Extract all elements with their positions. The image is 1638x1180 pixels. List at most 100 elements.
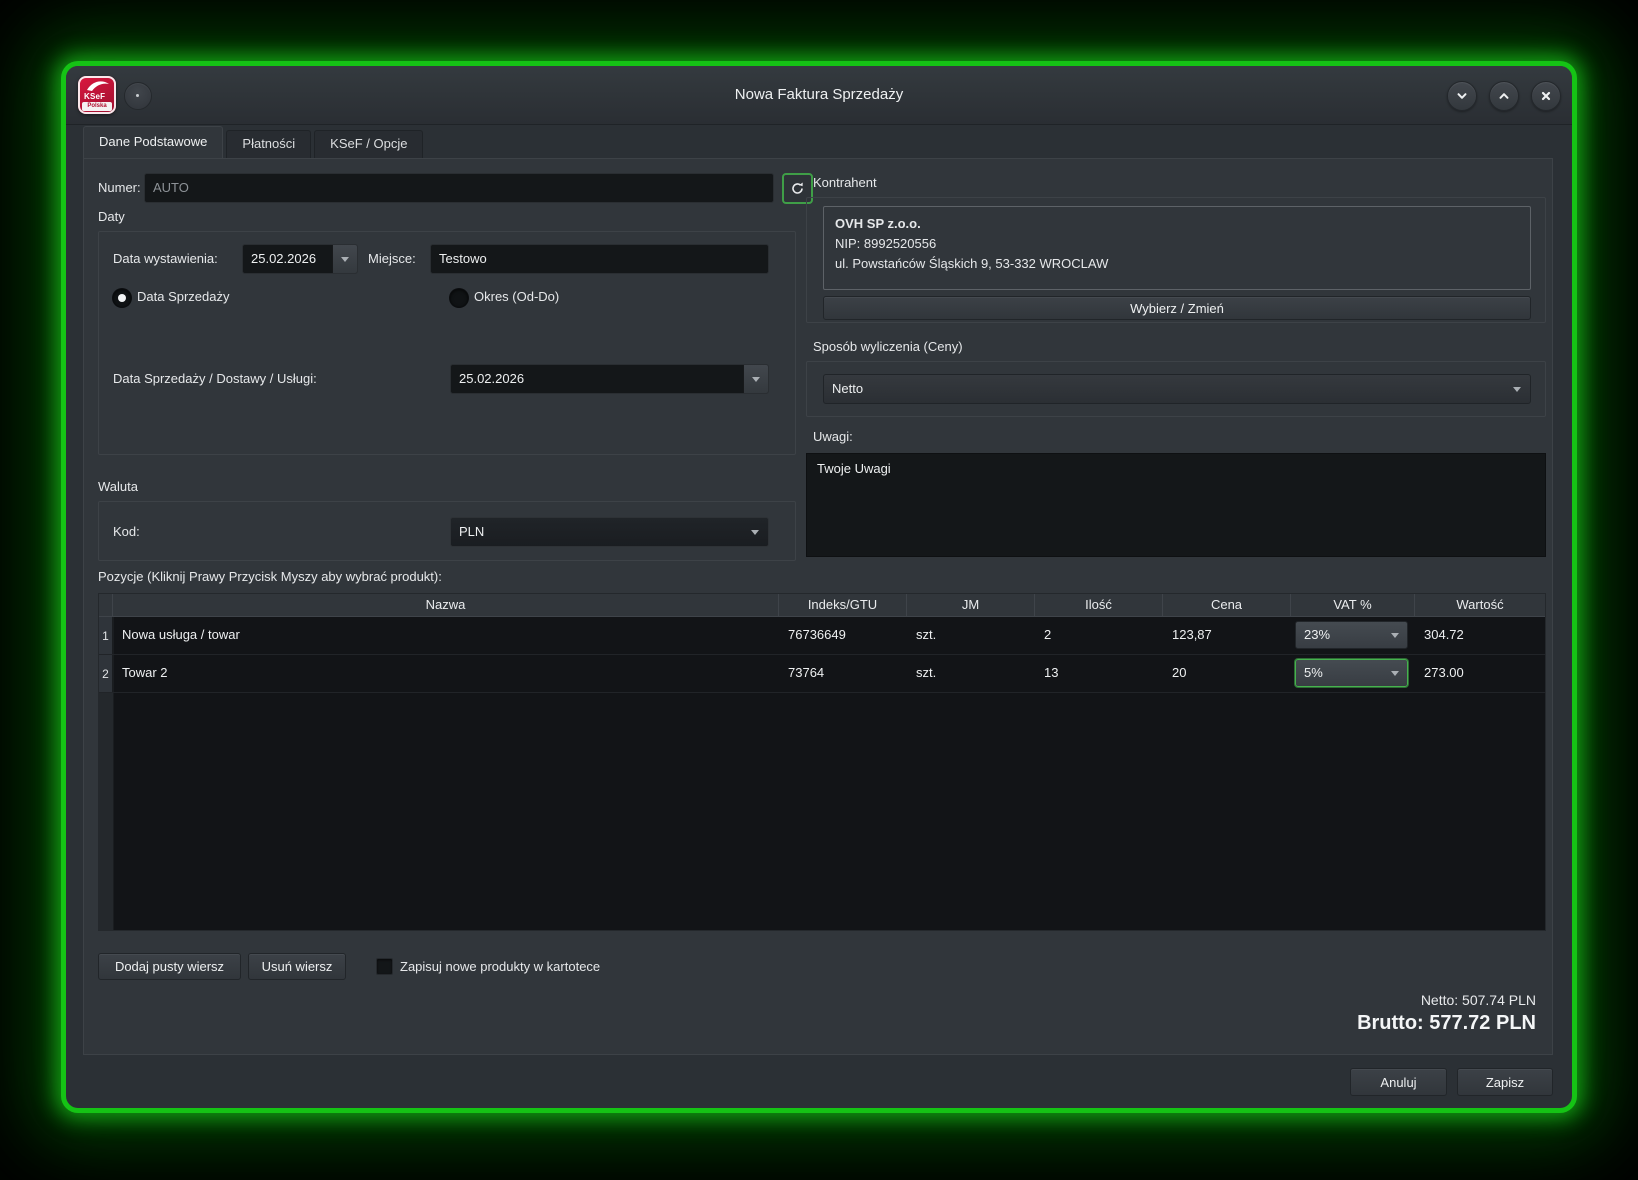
tab-content-panel: Numer: AUTO Daty Data wystawienia: 25.02… (83, 158, 1553, 1055)
miejsce-input[interactable]: Testowo (430, 244, 769, 274)
kontrahent-nip: NIP: 8992520556 (835, 234, 1519, 254)
sposob-wyliczenia-frame: Netto (806, 361, 1546, 417)
titlebar[interactable]: KSeF Polska Nowa Faktura Sprzedaży (66, 66, 1572, 125)
data-sprzedazy-arrow-button[interactable] (743, 365, 768, 393)
maximize-button[interactable] (1489, 81, 1519, 111)
cell-wartosc[interactable]: 273.00 (1415, 655, 1545, 692)
cell-wartosc[interactable]: 304.72 (1415, 617, 1545, 654)
data-sprzedazy-value: 25.02.2026 (451, 365, 743, 393)
save-products-checkbox-label: Zapisuj nowe produkty w kartotece (400, 953, 600, 980)
vat-value: 5% (1304, 665, 1323, 680)
logo-subtext: Polska (82, 102, 112, 111)
minimize-button[interactable] (1447, 81, 1477, 111)
row-number[interactable]: 1 (99, 617, 113, 654)
column-header-nazwa[interactable]: Nazwa (113, 594, 779, 616)
data-wystawienia-dropdown[interactable]: 25.02.2026 (242, 244, 358, 274)
remove-row-button[interactable]: Usuń wiersz (248, 953, 346, 980)
cell-nazwa[interactable]: Nowa usługa / towar (113, 617, 779, 654)
numer-label: Numer: (98, 173, 141, 203)
pozycje-table-header: Nazwa Indeks/GTU JM Ilość Cena VAT % War… (99, 594, 1545, 617)
waluta-dropdown[interactable]: PLN (450, 517, 769, 547)
data-wystawienia-label: Data wystawienia: (113, 244, 218, 274)
tab-dane-podstawowe[interactable]: Dane Podstawowe (83, 126, 223, 158)
radio-data-sprzedazy[interactable] (113, 289, 131, 307)
tab-bar: Dane Podstawowe Płatności KSeF / Opcje (83, 127, 426, 158)
chevron-down-icon (1513, 387, 1521, 392)
data-wystawienia-arrow-button[interactable] (332, 245, 357, 273)
cell-indeks[interactable]: 73764 (779, 655, 907, 692)
cell-ilosc[interactable]: 2 (1035, 617, 1163, 654)
data-wystawienia-value: 25.02.2026 (243, 245, 332, 273)
row-number[interactable]: 2 (99, 655, 113, 692)
column-header-cena[interactable]: Cena (1163, 594, 1291, 616)
numer-input[interactable]: AUTO (144, 173, 774, 203)
cell-cena[interactable]: 20 (1163, 655, 1291, 692)
column-header-wartosc[interactable]: Wartość (1415, 594, 1545, 616)
cell-indeks[interactable]: 76736649 (779, 617, 907, 654)
cell-jm[interactable]: szt. (907, 655, 1035, 692)
kontrahent-group-frame: OVH SP z.o.o. NIP: 8992520556 ul. Powsta… (806, 197, 1546, 323)
pozycje-table: Nazwa Indeks/GTU JM Ilość Cena VAT % War… (98, 593, 1546, 931)
kontrahent-info-box: OVH SP z.o.o. NIP: 8992520556 ul. Powsta… (823, 206, 1531, 290)
chevron-up-icon (1497, 89, 1511, 103)
uwagi-label: Uwagi: (813, 429, 853, 444)
vat-dropdown[interactable]: 5% (1295, 659, 1408, 687)
save-products-checkbox[interactable] (376, 958, 393, 975)
kontrahent-address: ul. Powstańców Śląskich 9, 53-332 WROCLA… (835, 254, 1519, 274)
table-row[interactable]: 2 Towar 2 73764 szt. 13 20 5% 273.00 (99, 655, 1545, 693)
cell-nazwa[interactable]: Towar 2 (113, 655, 779, 692)
refresh-icon (790, 181, 805, 196)
chevron-down-icon (1391, 633, 1399, 638)
app-window: KSeF Polska Nowa Faktura Sprzedaży Dane … (66, 66, 1572, 1108)
radio-okres-od-do[interactable] (450, 289, 468, 307)
window-title: Nowa Faktura Sprzedaży (66, 86, 1572, 103)
cell-ilosc[interactable]: 13 (1035, 655, 1163, 692)
cell-jm[interactable]: szt. (907, 617, 1035, 654)
vat-dropdown[interactable]: 23% (1295, 621, 1408, 649)
chevron-down-icon (1455, 89, 1469, 103)
save-button[interactable]: Zapisz (1457, 1068, 1553, 1096)
table-row[interactable]: 1 Nowa usługa / towar 76736649 szt. 2 12… (99, 617, 1545, 655)
vat-value: 23% (1304, 627, 1330, 642)
cell-vat: 5% (1291, 655, 1415, 692)
chevron-down-icon (1391, 671, 1399, 676)
close-icon (1539, 89, 1553, 103)
chevron-down-icon (341, 257, 349, 262)
kontrahent-name: OVH SP z.o.o. (835, 214, 1519, 234)
pozycje-table-body[interactable]: 1 Nowa usługa / towar 76736649 szt. 2 12… (99, 617, 1545, 930)
data-sprzedazy-dropdown[interactable]: 25.02.2026 (450, 364, 769, 394)
add-empty-row-button[interactable]: Dodaj pusty wiersz (98, 953, 241, 980)
cancel-button[interactable]: Anuluj (1350, 1068, 1447, 1096)
sposob-wyliczenia-dropdown[interactable]: Netto (823, 374, 1531, 404)
daty-group-label: Daty (98, 209, 125, 224)
kod-label: Kod: (113, 517, 140, 547)
netto-total: Netto: 507.74 PLN (1421, 992, 1536, 1008)
column-header-vat[interactable]: VAT % (1291, 594, 1415, 616)
brutto-total: Brutto: 577.72 PLN (1357, 1012, 1536, 1035)
daty-group-frame: Data wystawienia: 25.02.2026 Miejsce: Te… (98, 231, 796, 455)
close-button[interactable] (1531, 81, 1561, 111)
waluta-group-label: Waluta (98, 479, 138, 494)
chevron-down-icon (752, 377, 760, 382)
uwagi-textarea[interactable]: Twoje Uwagi (806, 453, 1546, 557)
waluta-group-frame: Kod: PLN (98, 501, 796, 561)
sposob-wyliczenia-value: Netto (832, 381, 863, 396)
column-header-ilosc[interactable]: Ilość (1035, 594, 1163, 616)
header-gutter (99, 594, 113, 616)
miejsce-label: Miejsce: (368, 244, 416, 274)
pozycje-label: Pozycje (Kliknij Prawy Przycisk Myszy ab… (98, 569, 442, 584)
sposob-wyliczenia-group-label: Sposób wyliczenia (Ceny) (813, 339, 963, 354)
radio-okres-label: Okres (Od-Do) (474, 287, 559, 307)
tab-ksef-opcje[interactable]: KSeF / Opcje (314, 130, 423, 158)
cell-vat: 23% (1291, 617, 1415, 654)
chevron-down-icon (751, 530, 759, 535)
wybierz-zmien-button[interactable]: Wybierz / Zmień (823, 296, 1531, 320)
data-sprzedazy-label: Data Sprzedaży / Dostawy / Usługi: (113, 364, 317, 394)
kontrahent-group-label: Kontrahent (813, 175, 877, 190)
radio-data-sprzedazy-label: Data Sprzedaży (137, 287, 230, 307)
tab-platnosci[interactable]: Płatności (226, 130, 311, 158)
cell-cena[interactable]: 123,87 (1163, 617, 1291, 654)
column-header-indeks-gtu[interactable]: Indeks/GTU (779, 594, 907, 616)
waluta-value: PLN (459, 524, 484, 539)
column-header-jm[interactable]: JM (907, 594, 1035, 616)
